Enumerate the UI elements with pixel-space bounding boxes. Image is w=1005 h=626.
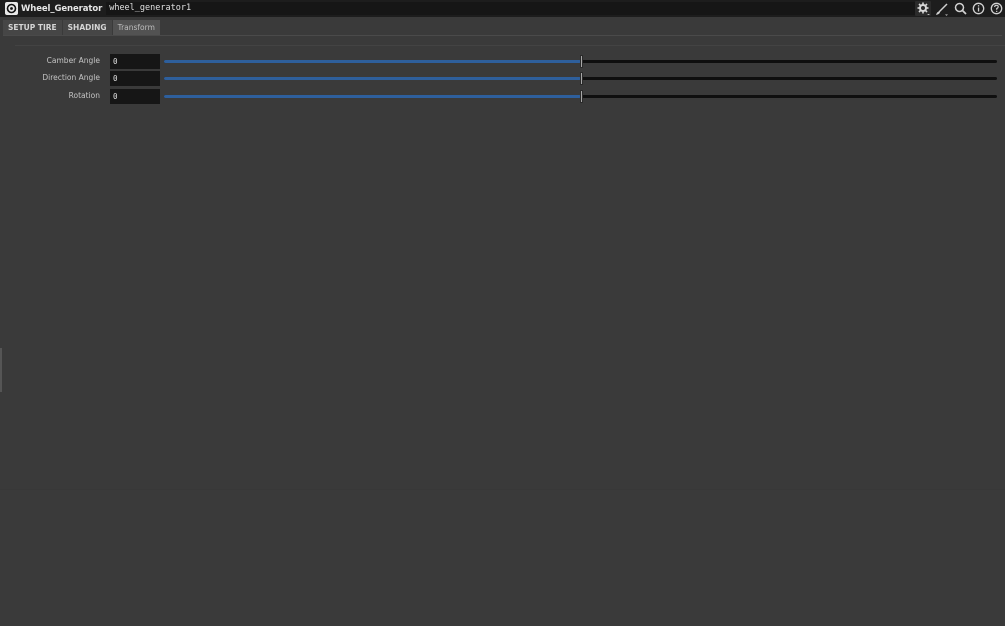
pane-resize-handle[interactable] <box>0 348 2 392</box>
header-bar: Wheel_Generator wheel_generator1 <box>0 0 1005 17</box>
help-icon[interactable] <box>989 2 1003 16</box>
tab-bar: SETUP TIRE SHADING Transform <box>3 20 161 35</box>
direction-angle-slider[interactable] <box>164 72 997 85</box>
tab-underline <box>3 35 1002 36</box>
direction-angle-slider-fill <box>164 77 581 80</box>
tab-shading[interactable]: SHADING <box>62 20 112 35</box>
tab-transform[interactable]: Transform <box>112 20 160 35</box>
camber-angle-label: Camber Angle <box>46 56 100 65</box>
direction-angle-slider-handle[interactable] <box>580 72 583 85</box>
info-icon[interactable] <box>971 2 985 16</box>
gear-icon[interactable] <box>915 1 931 16</box>
brush-icon[interactable] <box>935 2 949 16</box>
folder-frame <box>15 45 1005 46</box>
direction-angle-label: Direction Angle <box>42 73 100 82</box>
tab-setup-tire[interactable]: SETUP TIRE <box>3 20 62 35</box>
header-toolbar <box>915 0 1003 17</box>
param-row-camber-angle: Camber Angle <box>0 54 1005 69</box>
camber-angle-slider-fill <box>164 60 581 63</box>
param-row-direction-angle: Direction Angle <box>0 71 1005 86</box>
rotation-label: Rotation <box>68 91 100 100</box>
camber-angle-field[interactable] <box>110 54 160 69</box>
rotation-slider[interactable] <box>164 90 997 103</box>
camber-angle-slider[interactable] <box>164 55 997 68</box>
rotation-slider-handle[interactable] <box>580 90 583 103</box>
search-icon[interactable] <box>953 2 967 16</box>
node-type-label: Wheel_Generator <box>21 3 103 14</box>
rotation-slider-fill <box>164 95 581 98</box>
parameter-editor: Wheel_Generator wheel_generator1 SETUP T… <box>0 0 1005 626</box>
node-name-field[interactable]: wheel_generator1 <box>106 2 931 15</box>
param-row-rotation: Rotation <box>0 89 1005 104</box>
pane-divider <box>0 489 1005 490</box>
camber-angle-slider-handle[interactable] <box>580 55 583 68</box>
direction-angle-field[interactable] <box>110 71 160 86</box>
rotation-field[interactable] <box>110 89 160 104</box>
node-type-icon[interactable] <box>5 2 18 15</box>
